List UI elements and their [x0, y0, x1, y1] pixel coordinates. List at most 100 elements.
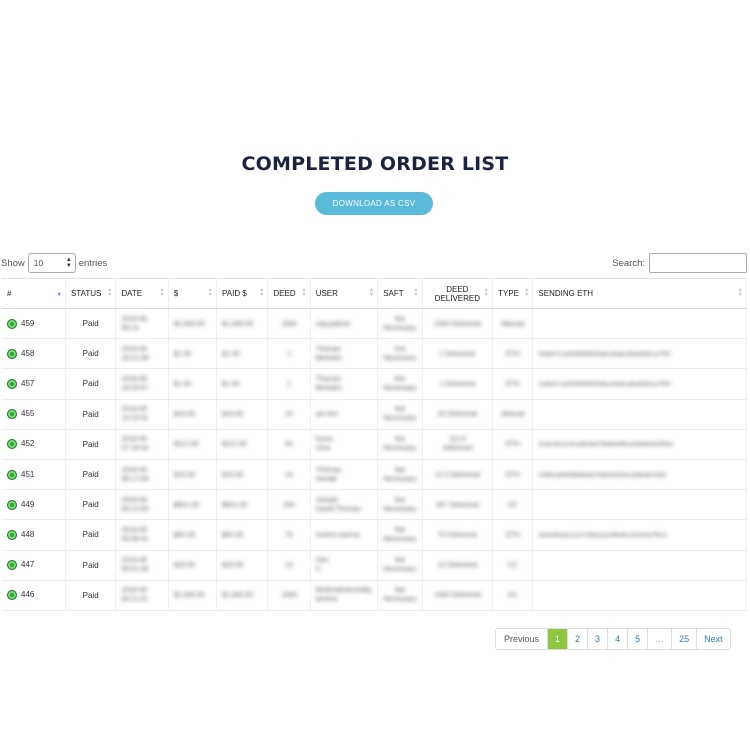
cell-type-value: ETH	[505, 350, 520, 358]
previous-page-button[interactable]: Previous	[496, 629, 549, 649]
pagination: Previous 1 2 3 4 5… 25 Next	[495, 628, 731, 650]
header-col-date[interactable]: DATE ▲ ▼	[115, 278, 169, 309]
page-button-3[interactable]: 3	[588, 629, 609, 649]
table-row[interactable]: 451 Paid 2018-06 06:17:09 $15.00 $15.00 15 Thom…	[2, 459, 747, 491]
cell-amount-value: $1.00	[173, 350, 192, 358]
cell-id: 457	[2, 368, 66, 400]
cell-saft: Not Necessary	[377, 429, 423, 460]
cell-deed-value: 10	[285, 562, 293, 570]
cell-date-value: 2018-06 07:18:44	[121, 436, 149, 453]
cell-type-value: ETH	[505, 471, 520, 479]
cell-date: 2018-06 16:20:57	[115, 368, 169, 400]
header-label: STATUS	[70, 289, 102, 298]
cell-type: ETH	[492, 338, 534, 370]
cell-eth	[532, 399, 747, 430]
next-page-button[interactable]: Next	[697, 629, 730, 649]
cell-date: 2018-06 16:21:08	[115, 338, 169, 370]
header-col-amount[interactable]: $ ▲ ▼	[168, 278, 218, 309]
cell-user: hoohm.wanna	[310, 519, 379, 551]
cell-delivered-value: 1 Delivered	[439, 380, 476, 388]
cell-user: ian.kim	[310, 399, 379, 430]
cell-amount-value: $20.00	[173, 562, 196, 570]
cell-status: Paid	[65, 489, 117, 521]
cell-delivered: 12.5 Delivered	[422, 459, 494, 491]
cell-type-value: Manual	[501, 411, 525, 419]
header-col-user[interactable]: USER ▲ ▼	[310, 278, 379, 309]
sort-icon: ▲ ▼	[159, 287, 165, 298]
table-body: 459 Paid 2018-06 06:14 $1,000.00 $1,000.00 100…	[2, 308, 747, 611]
search-input[interactable]	[649, 253, 747, 273]
pagination-ellipsis: …	[648, 629, 673, 649]
cell-type-value: ETH	[505, 531, 520, 539]
cell-delivered-value: 1000 Delivered	[433, 320, 481, 328]
status-dot-icon	[7, 560, 17, 571]
search-label: Search:	[612, 257, 645, 269]
page-button-1[interactable]: 1	[548, 629, 569, 649]
cell-delivered-value: 70 Delivered	[437, 531, 478, 539]
download-csv-button[interactable]: DOWNLOAD AS CSV	[315, 192, 433, 215]
header-col-deed[interactable]: DEED ▲ ▼	[267, 278, 311, 309]
header-col-status[interactable]: STATUS ▲ ▼	[65, 278, 117, 309]
header-col-saft[interactable]: SAFT ▲ ▼	[377, 278, 423, 309]
cell-paid: $15.00	[216, 459, 269, 491]
cell-deed-value: 1000	[281, 320, 297, 328]
entries-select[interactable]: 10 ▲ ▼	[27, 253, 76, 273]
table-row[interactable]: 457 Paid 2018-06 16:20:57 $1.00 $1.00 1 Thomas B…	[2, 368, 747, 400]
cell-deed-value: 70	[285, 531, 293, 539]
header-col-type[interactable]: TYPE ▲ ▼	[492, 278, 534, 309]
cell-type: ETH	[492, 429, 534, 460]
page-button-25[interactable]: 25	[672, 629, 698, 649]
cell-type: ETH	[492, 368, 534, 400]
header-col-deed-delivered[interactable]: DEED DELIVERED ▲ ▼	[422, 278, 494, 309]
header-col-paid[interactable]: PAID $ ▲ ▼	[216, 278, 269, 309]
table-row[interactable]: 459 Paid 2018-06 06:14 $1,000.00 $1,000.00 100…	[2, 308, 747, 340]
cell-paid: $1.00	[216, 338, 269, 370]
table-row[interactable]: 446 Paid 2018-06 04:11:01 $1,000.00 $1,000.00…	[2, 580, 747, 611]
table-row[interactable]: 452 Paid 2018-06 07:18:44 $112.00 $112.00 84 Ke…	[2, 429, 747, 460]
cell-paid-value: $20.00	[222, 562, 244, 570]
status-dot-icon	[7, 348, 17, 359]
cell-user-value: Thomas Bertulen	[315, 345, 342, 362]
table-row[interactable]: 447 Paid 2018-06 05:01:46 $20.00 $20.00 10 Dan C…	[2, 550, 747, 581]
cell-id: 459	[2, 308, 66, 340]
orders-table: # ▼ STATUS ▲ ▼ DATE ▲ ▼ $ ▲ ▼ PAID $ ▲ ▼ DEED ▲ ▼ USER ▲ ▼ S…	[2, 278, 747, 611]
header-col-sending-eth[interactable]: SENDING ETH ▲ ▼	[532, 278, 747, 309]
cell-id: 455	[2, 399, 66, 430]
cell-status: Paid	[65, 399, 117, 430]
cell-saft-value: Not Necessary	[383, 466, 417, 483]
header-label-part: DELIVERED	[434, 293, 481, 303]
cell-amount-value: $112.00	[173, 441, 199, 449]
cell-paid: $1.00	[216, 368, 269, 400]
cell-delivered: 1000 Delivered	[422, 580, 494, 611]
status-dot-icon	[7, 590, 17, 601]
cell-id: 451	[2, 459, 66, 491]
table-row[interactable]: 455 Paid 2018-06 13:15:01 $10.00 $10.00 10 ian.…	[2, 399, 747, 430]
page-button-2[interactable]: 2	[568, 629, 589, 649]
cell-saft: Not Necessary	[377, 550, 423, 581]
cell-amount-value: $801.00	[173, 501, 199, 509]
cell-saft-value: Not Necessary	[383, 526, 417, 543]
cell-status: Paid	[65, 338, 117, 370]
table-row[interactable]: 448 Paid 2018-06 05:09:41 $82.00 $82.00 70 hooh…	[2, 519, 747, 551]
cell-deed-value: 204	[283, 501, 295, 509]
page-button-5[interactable]: 5	[628, 629, 649, 649]
cell-deed-value: 84	[285, 441, 293, 449]
cell-date: 2018-06 05:01:46	[115, 550, 169, 581]
page-button-4[interactable]: 4	[608, 629, 629, 649]
cell-delivered: 70 Delivered	[422, 519, 494, 551]
header-col-id[interactable]: # ▼	[2, 278, 66, 309]
cell-saft-value: Not Necessary	[383, 436, 417, 453]
table-row[interactable]: 458 Paid 2018-06 16:21:08 $1.00 $1.00 1 Thomas B…	[2, 338, 747, 370]
cell-eth: 0x9d4b3dc12a7c9b0a2e4f6d8c1b3e5a7f9c2	[532, 519, 747, 551]
order-id: 452	[21, 439, 35, 449]
cell-eth	[532, 580, 747, 611]
order-id: 449	[21, 499, 35, 509]
cell-deed: 10	[267, 550, 311, 581]
cell-id: 452	[2, 429, 66, 460]
cell-saft: Not Necessary	[377, 338, 423, 370]
cell-eth-value: 0x95ca0b4f8fd6a5e7b6e0d1f3c2a9e4b7d28	[538, 471, 666, 479]
table-row[interactable]: 449 Paid 2018-06 05:12:00 $801.00 $801.00 204 J…	[2, 489, 747, 521]
header-label: $	[173, 289, 179, 298]
cell-date: 2018-06 05:09:41	[115, 519, 169, 551]
cell-amount: $1,000.00	[168, 580, 218, 611]
